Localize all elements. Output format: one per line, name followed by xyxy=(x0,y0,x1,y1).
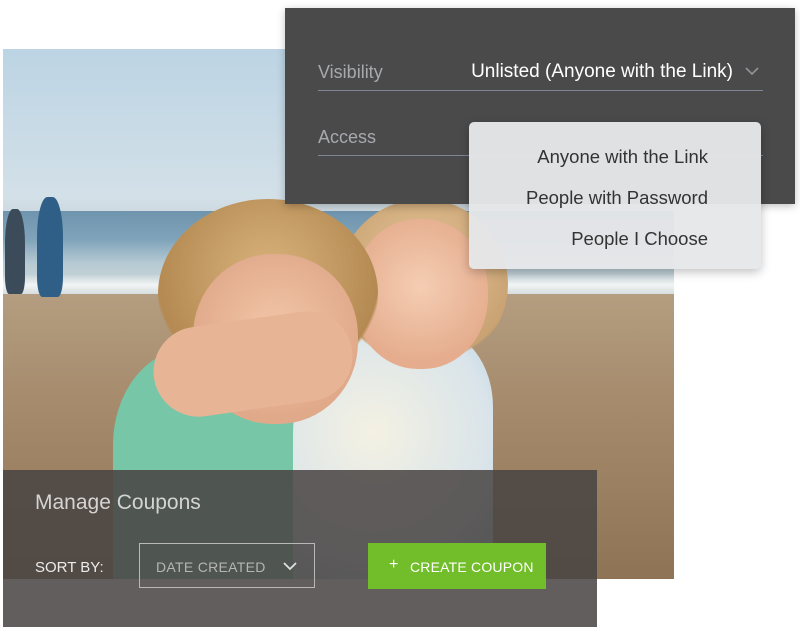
visibility-label: Visibility xyxy=(318,62,383,82)
dropdown-option-people-i-choose[interactable]: People I Choose xyxy=(571,228,708,250)
sort-by-label: SORT BY: xyxy=(35,559,104,576)
create-coupon-label: CREATE COUPON xyxy=(410,559,534,575)
access-label: Access xyxy=(318,127,377,147)
sort-by-select[interactable]: DATE CREATED xyxy=(139,543,315,588)
create-coupon-button[interactable]: + CREATE COUPON xyxy=(368,543,546,589)
coupons-title: Manage Coupons xyxy=(35,491,201,514)
photo-person-right xyxy=(37,197,63,297)
dropdown-option-people-with-password[interactable]: People with Password xyxy=(526,187,708,209)
visibility-select[interactable]: Visibility Unlisted (Anyone with the Lin… xyxy=(318,56,763,91)
access-dropdown-menu: Anyone with the Link People with Passwor… xyxy=(469,122,761,269)
chevron-down-icon xyxy=(283,562,297,571)
dropdown-option-anyone-with-link[interactable]: Anyone with the Link xyxy=(537,146,708,168)
visibility-value[interactable]: Unlisted (Anyone with the Link) xyxy=(471,61,733,83)
chevron-down-icon[interactable] xyxy=(745,64,759,78)
plus-icon: + xyxy=(389,556,399,573)
sort-by-value: DATE CREATED xyxy=(156,559,266,575)
manage-coupons-panel: Manage Coupons SORT BY: DATE CREATED + C… xyxy=(3,470,597,627)
photo-person-left xyxy=(5,209,25,294)
